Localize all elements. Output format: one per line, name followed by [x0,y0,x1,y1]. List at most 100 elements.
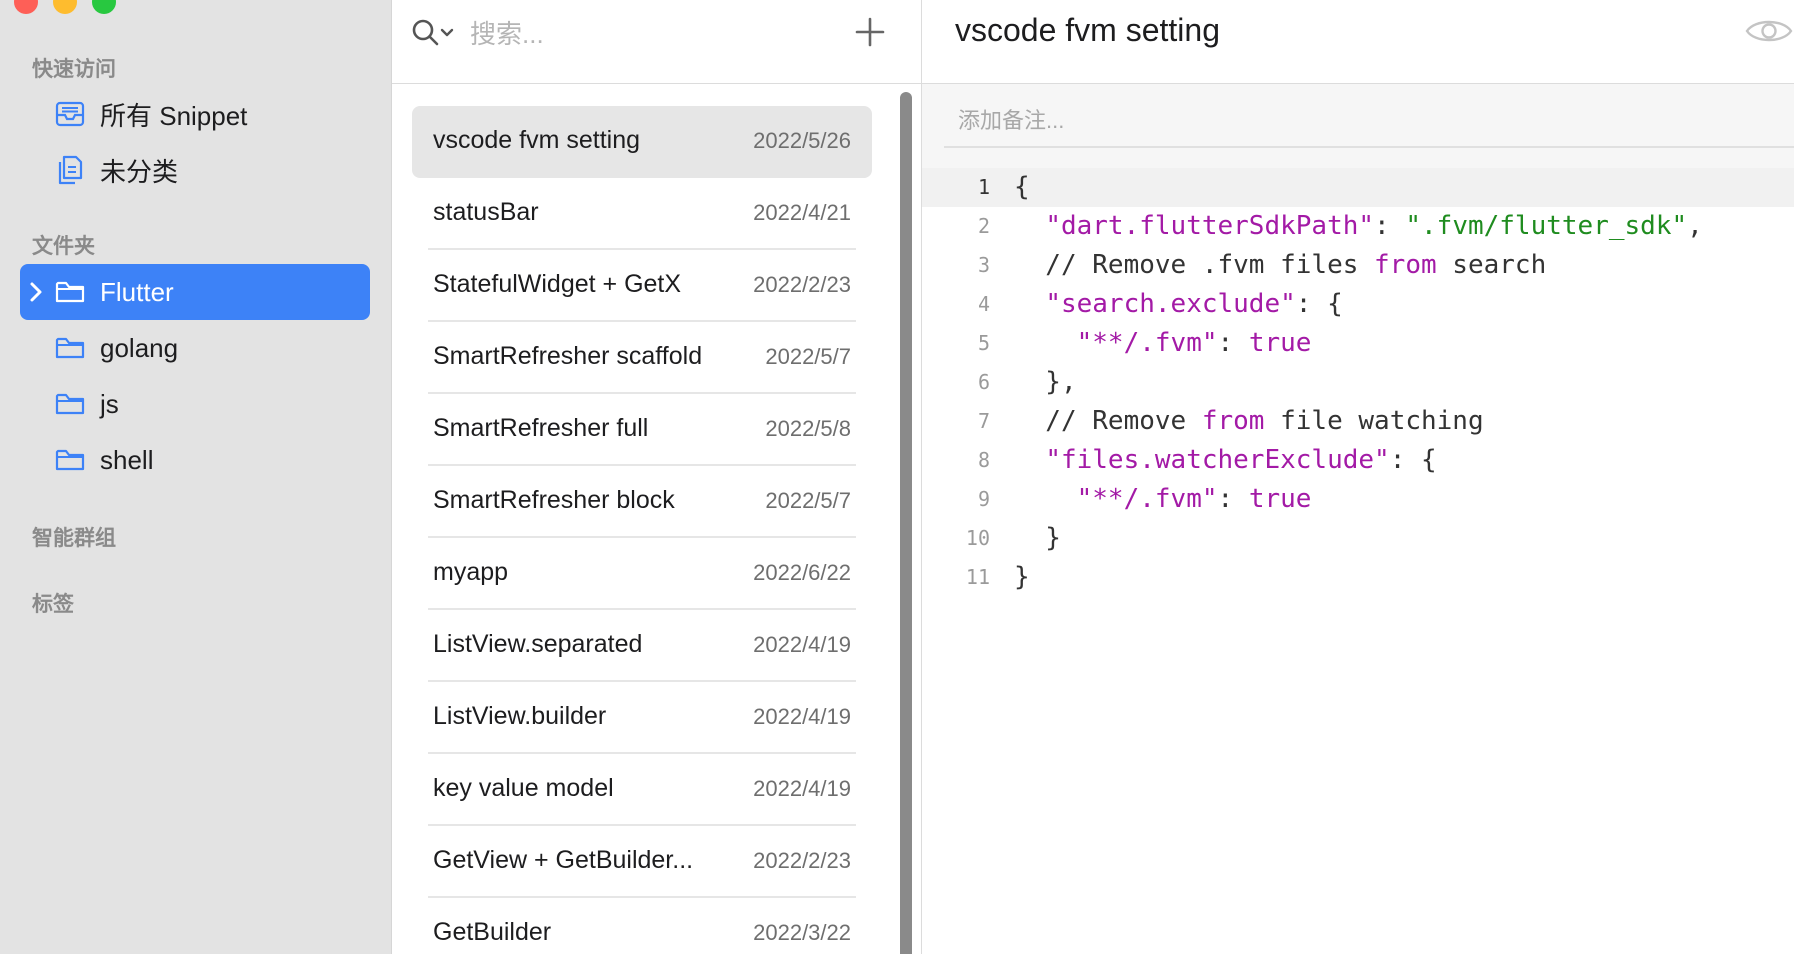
list-item-date: 2022/4/19 [753,704,851,729]
code-text[interactable]: } [1014,519,1061,558]
list-scrollbar[interactable] [900,92,912,954]
code-token: file watching [1264,406,1484,436]
list-item-title: ListView.separated [433,630,643,658]
list-item-title: GetView + GetBuilder... [433,846,694,874]
chevron-right-icon[interactable] [28,280,44,304]
line-number: 5 [977,331,990,355]
app-window: 快速访问 所有 Snippet 未分类 文件夹 Flutter golang j… [0,0,1794,954]
list-item[interactable]: myapp 2022/6/22 [412,538,872,610]
list-item-title: statusBar [433,198,539,226]
list-item[interactable]: ListView.builder 2022/4/19 [412,682,872,754]
search-input[interactable] [468,12,812,56]
snippet-list: vscode fvm setting 2022/5/26 statusBar 2… [412,106,872,954]
line-number: 11 [965,565,990,589]
code-token: from [1374,250,1437,280]
code-line[interactable]: 6 }, [922,363,1794,402]
list-item[interactable]: vscode fvm setting 2022/5/26 [412,106,872,178]
list-item[interactable]: statusBar 2022/4/21 [412,178,872,250]
code-line[interactable]: 11} [922,558,1794,597]
sidebar-item-js[interactable]: js [20,376,370,432]
line-number: 8 [977,448,990,472]
plus-icon[interactable] [854,16,886,48]
code-line[interactable]: 3 // Remove .fvm files from search [922,246,1794,285]
code-text[interactable]: // Remove from file watching [1014,402,1484,441]
code-text[interactable]: // Remove .fvm files from search [1014,246,1546,285]
sidebar-item-flutter[interactable]: Flutter [20,264,370,320]
code-token: } [1014,523,1061,553]
sidebar-item-label: 所有 Snippet [100,100,248,131]
list-item-date: 2022/4/19 [753,776,851,801]
snippet-title[interactable]: vscode fvm setting [955,12,1220,49]
list-item-date: 2022/5/26 [753,128,851,153]
list-item[interactable]: SmartRefresher scaffold 2022/5/7 [412,322,872,394]
list-item-date: 2022/4/21 [753,200,851,225]
list-item-date: 2022/5/8 [765,416,851,441]
code-token: "dart.flutterSdkPath" [1045,211,1375,241]
code-line[interactable]: 4 "search.exclude": { [922,285,1794,324]
code-token: search [1436,250,1547,280]
code-token: true [1248,328,1312,358]
list-item-date: 2022/5/7 [765,344,851,369]
code-line[interactable]: 8 "files.watcherExclude": { [922,441,1794,480]
sidebar-item-shell[interactable]: shell [20,432,370,488]
search-icon[interactable] [412,18,458,48]
section-title-smart-groups[interactable]: 智能群组 [32,522,116,552]
code-token: // Remove [1014,406,1202,436]
code-editor[interactable]: 1{2 "dart.flutterSdkPath": ".fvm/flutter… [922,168,1794,597]
close-window-button[interactable] [14,0,38,14]
list-item-date: 2022/5/7 [765,488,851,513]
code-line[interactable]: 10 } [922,519,1794,558]
minimize-window-button[interactable] [53,0,77,14]
code-token: from [1201,406,1265,436]
list-item-title: StatefulWidget + GetX [433,270,682,298]
list-item-date: 2022/4/19 [753,632,851,657]
code-line[interactable]: 5 "**/.fvm": true [922,324,1794,363]
section-title-folders: 文件夹 [32,235,95,258]
list-item[interactable]: ListView.separated 2022/4/19 [412,610,872,682]
code-text[interactable]: "files.watcherExclude": { [1014,441,1436,480]
sidebar: 快速访问 所有 Snippet 未分类 文件夹 Flutter golang j… [0,0,392,954]
window-controls [14,0,116,14]
code-line[interactable]: 2 "dart.flutterSdkPath": ".fvm/flutter_s… [922,207,1794,246]
sidebar-item-all-snippets[interactable]: 所有 Snippet [20,86,370,142]
zoom-window-button[interactable] [92,0,116,14]
line-number: 3 [977,253,990,277]
eye-icon[interactable] [1744,14,1794,48]
code-text[interactable]: "**/.fvm": true [1014,480,1312,519]
list-item-title: GetBuilder [433,918,552,946]
line-number: 9 [977,487,990,511]
code-token: } [1014,562,1030,592]
code-text[interactable]: "dart.flutterSdkPath": ".fvm/flutter_sdk… [1014,207,1702,246]
list-item-date: 2022/2/23 [753,848,851,873]
list-item[interactable]: GetView + GetBuilder... 2022/2/23 [412,826,872,898]
code-token: { [1014,172,1030,202]
list-item-title: SmartRefresher full [433,414,649,442]
code-line[interactable]: 7 // Remove from file watching [922,402,1794,441]
snippet-list-panel: vscode fvm setting 2022/5/26 statusBar 2… [392,0,922,954]
sidebar-item-uncategorized[interactable]: 未分类 [20,142,370,198]
line-number: 4 [977,292,990,316]
code-text[interactable]: "**/.fvm": true [1014,324,1312,363]
code-token: : { [1295,289,1343,319]
code-text[interactable]: }, [1014,363,1076,402]
list-item[interactable]: SmartRefresher full 2022/5/8 [412,394,872,466]
tray-icon [55,101,85,127]
code-line[interactable]: 9 "**/.fvm": true [922,480,1794,519]
line-number: 1 [977,175,990,199]
code-text[interactable]: } [1014,558,1030,597]
code-text[interactable]: "search.exclude": { [1014,285,1343,324]
code-token: "files.watcherExclude" [1045,445,1390,475]
sidebar-item-golang[interactable]: golang [20,320,370,376]
section-title-tags[interactable]: 标签 [32,588,74,618]
code-token: : [1217,328,1249,358]
list-item[interactable]: GetBuilder 2022/3/22 [412,898,872,954]
folder-icon [55,449,85,471]
list-item[interactable]: StatefulWidget + GetX 2022/2/23 [412,250,872,322]
list-item-title: ListView.builder [433,702,607,730]
list-item[interactable]: key value model 2022/4/19 [412,754,872,826]
list-item[interactable]: SmartRefresher block 2022/5/7 [412,466,872,538]
notes-input[interactable] [956,102,1660,140]
code-text[interactable]: { [1014,168,1030,207]
code-line[interactable]: 1{ [922,168,1794,207]
